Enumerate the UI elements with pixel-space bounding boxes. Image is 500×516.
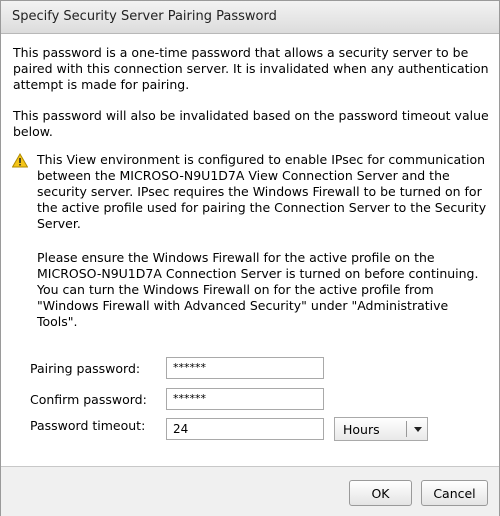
chevron-down-icon[interactable] (414, 427, 422, 432)
intro-text-2: This password will also be invalidated b… (13, 108, 489, 139)
dialog-title-bar[interactable]: Specify Security Server Pairing Password (1, 1, 499, 34)
firewall-instructions-text: Please ensure the Windows Firewall for t… (37, 250, 479, 329)
password-timeout-label: Password timeout: (30, 418, 146, 433)
pairing-password-input[interactable] (166, 357, 324, 379)
warning-icon (12, 153, 28, 168)
confirm-password-label: Confirm password: (30, 392, 147, 407)
pairing-password-dialog: Specify Security Server Pairing Password… (0, 0, 500, 516)
timeout-unit-dropdown[interactable]: Hours (334, 417, 428, 441)
ipsec-warning-text: This View environment is configured to e… (37, 152, 487, 231)
pairing-password-label: Pairing password: (30, 361, 141, 376)
confirm-password-input[interactable] (166, 388, 324, 410)
timeout-unit-value: Hours (343, 422, 380, 437)
dialog-content: This password is a one-time password tha… (1, 34, 499, 466)
dialog-footer: OK Cancel (1, 466, 499, 516)
ok-button[interactable]: OK (349, 480, 412, 506)
password-timeout-input[interactable] (166, 418, 324, 440)
cancel-button[interactable]: Cancel (421, 480, 488, 506)
dialog-title: Specify Security Server Pairing Password (12, 9, 277, 24)
intro-text-1: This password is a one-time password tha… (13, 45, 489, 92)
dropdown-divider (406, 421, 407, 437)
